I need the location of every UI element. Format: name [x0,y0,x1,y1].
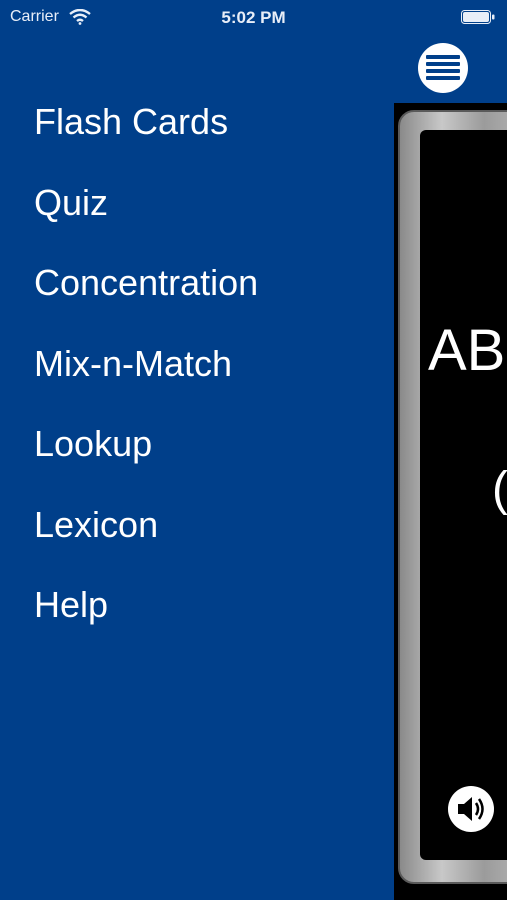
menu-list: Flash Cards Quiz Concentration Mix-n-Mat… [34,98,258,662]
card-term: AB [428,318,506,383]
menu-item-lexicon[interactable]: Lexicon [34,501,258,582]
menu-item-flash-cards[interactable]: Flash Cards [34,98,258,179]
flash-card[interactable] [398,110,507,884]
card-parenthetical: ( [492,463,507,516]
side-menu: Flash Cards Quiz Concentration Mix-n-Mat… [0,0,394,900]
status-bar: Carrier 5:02 PM [0,0,507,38]
menu-item-concentration[interactable]: Concentration [34,259,258,340]
main-panel [394,0,507,900]
speaker-icon[interactable] [446,784,496,834]
hamburger-menu-icon[interactable] [418,43,468,93]
menu-item-help[interactable]: Help [34,581,258,662]
menu-item-mix-n-match[interactable]: Mix-n-Match [34,340,258,421]
battery-icon [461,10,495,24]
status-time: 5:02 PM [221,8,286,27]
menu-item-quiz[interactable]: Quiz [34,179,258,260]
menu-item-lookup[interactable]: Lookup [34,420,258,501]
